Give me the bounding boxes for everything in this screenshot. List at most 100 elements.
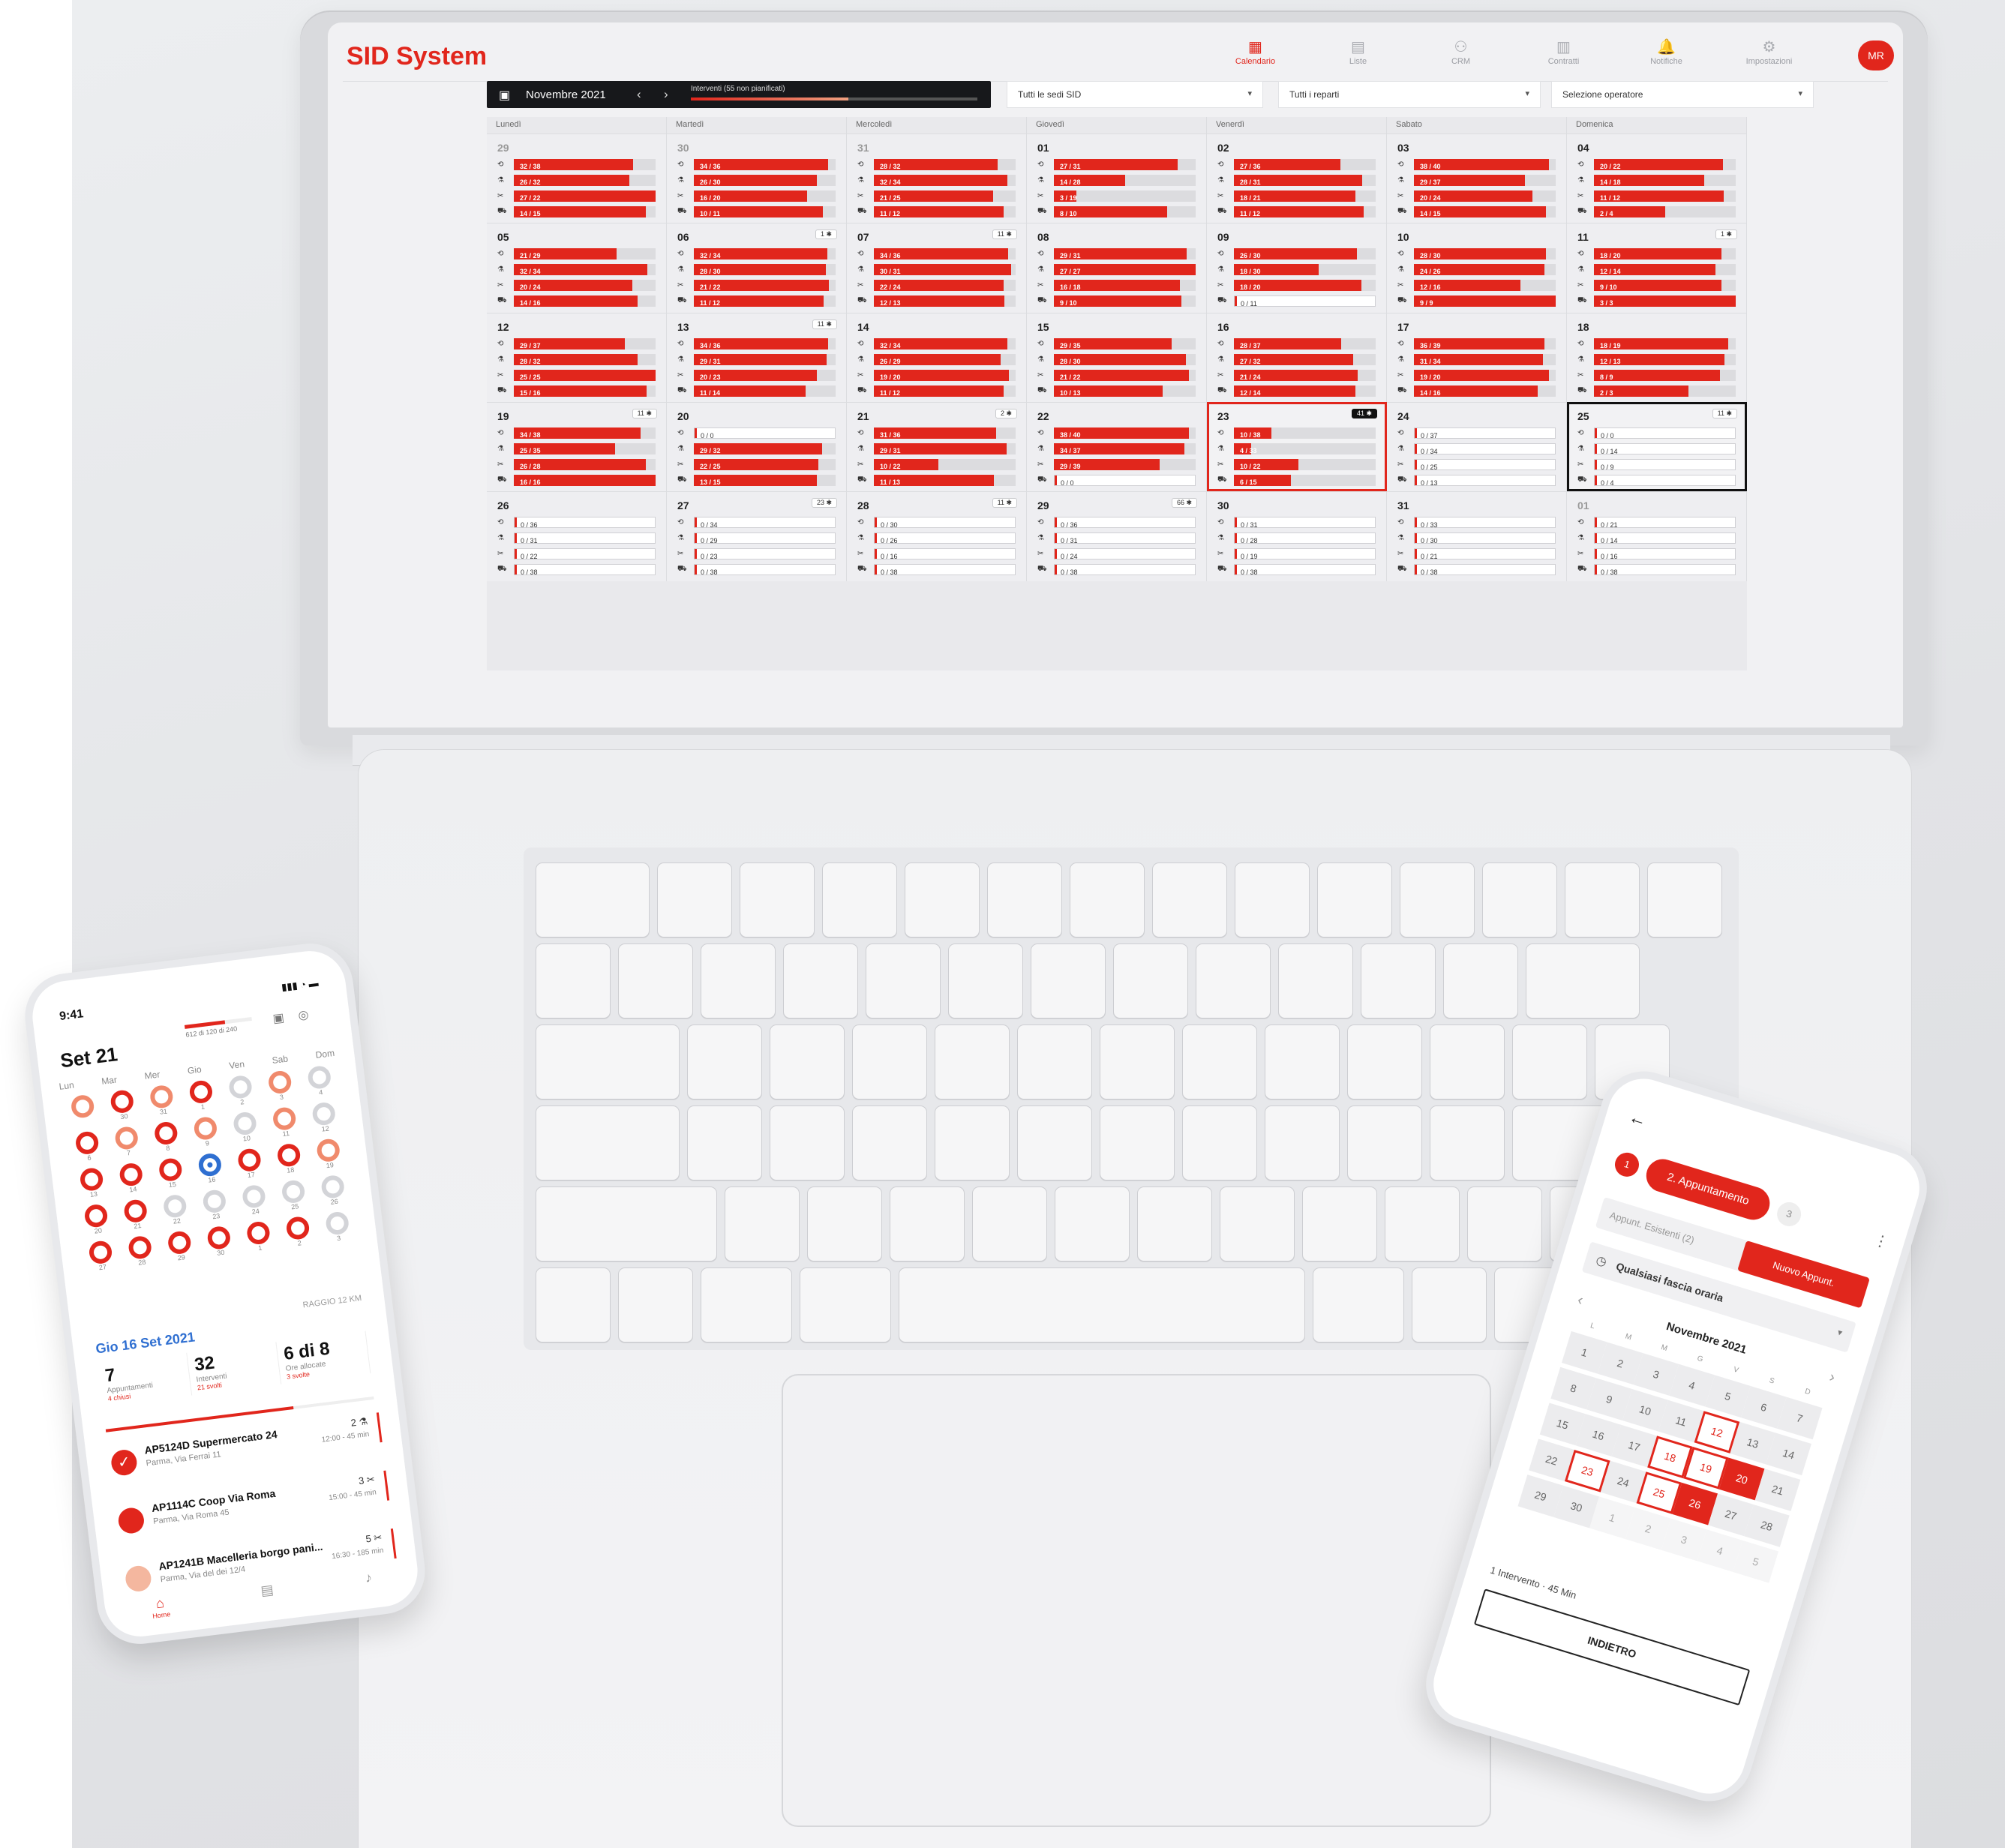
phone-day[interactable]: 30 <box>101 1088 144 1123</box>
next-month-icon[interactable]: › <box>664 87 668 102</box>
calendar-day-cell[interactable]: 17 ⟲ 36 / 39 ⚗ 31 / 34 ✂ 19 / 20 ⛟ 14 / 16 <box>1387 312 1567 402</box>
prev-month-icon[interactable]: ‹ <box>1575 1292 1585 1310</box>
keyboard-key[interactable] <box>1278 944 1353 1018</box>
keyboard-key[interactable] <box>1113 944 1188 1018</box>
keyboard-key[interactable] <box>1526 944 1640 1018</box>
phone-day[interactable]: 11 <box>263 1106 306 1140</box>
calendar-day-cell[interactable]: 29 ⟲ 32 / 38 ⚗ 26 / 32 ✂ 27 / 22 ⛟ 14 / 15 <box>487 134 667 224</box>
calendar-day-cell[interactable]: 12 ⟲ 29 / 37 ⚗ 28 / 32 ✂ 25 / 25 ⛟ 15 / 16 <box>487 312 667 402</box>
next-month-icon[interactable]: › <box>1827 1369 1837 1387</box>
step-2-active[interactable]: 2. Appuntamento <box>1642 1155 1774 1224</box>
phone-day[interactable]: 1 <box>180 1078 223 1113</box>
keyboard-key[interactable] <box>972 1186 1047 1262</box>
phone-day[interactable]: 27 <box>80 1239 122 1274</box>
calendar-day-cell[interactable]: 23 41 ✱ ⟲ 10 / 38 ⚗ 4 / 33 ✂ 10 / 22 ⛟ 6 / 15 <box>1207 402 1387 492</box>
phone-day[interactable]: 15 <box>149 1156 192 1191</box>
keyboard-key[interactable] <box>783 944 858 1018</box>
keyboard-key[interactable] <box>890 1186 965 1262</box>
unplanned-badge[interactable]: 11 ✱ <box>992 230 1017 240</box>
keyboard-key[interactable] <box>1196 944 1271 1018</box>
keyboard-key[interactable] <box>1361 944 1436 1018</box>
calendar-day-cell[interactable]: 07 11 ✱ ⟲ 34 / 36 ⚗ 30 / 31 ✂ 22 / 24 ⛟ 12 / 13 <box>847 223 1027 313</box>
keyboard-key[interactable] <box>740 862 815 938</box>
calendar-day-cell[interactable]: 22 ⟲ 38 / 40 ⚗ 34 / 37 ✂ 29 / 39 ⛟ 0 / 0 <box>1027 402 1207 492</box>
phone-day[interactable]: 19 <box>307 1137 350 1172</box>
calendar-day-cell[interactable]: 30 ⟲ 0 / 31 ⚗ 0 / 28 ✂ 0 / 19 ⛟ 0 / 38 <box>1207 491 1387 581</box>
calendar-day-cell[interactable]: 18 ⟲ 18 / 19 ⚗ 12 / 13 ✂ 8 / 9 ⛟ 2 / 3 <box>1567 312 1747 402</box>
step-3[interactable]: 3 <box>1774 1198 1805 1229</box>
keyboard-key[interactable] <box>1055 1186 1130 1262</box>
calendar-day-cell[interactable]: 13 11 ✱ ⟲ 34 / 36 ⚗ 29 / 31 ✂ 20 / 23 ⛟ 11 / 14 <box>667 312 847 402</box>
keyboard-key[interactable] <box>1265 1106 1340 1180</box>
keyboard-key[interactable] <box>618 944 693 1018</box>
back-button[interactable]: INDIETRO <box>1473 1588 1751 1706</box>
existing-appointments-tab[interactable]: Appunt. Esistenti (2) <box>1608 1210 1695 1246</box>
unplanned-badge[interactable]: 41 ✱ <box>1351 409 1377 418</box>
keyboard-key[interactable] <box>536 1024 680 1100</box>
calendar-day-cell[interactable]: 21 2 ✱ ⟲ 31 / 36 ⚗ 29 / 31 ✂ 10 / 22 ⛟ 11 / 13 <box>847 402 1027 492</box>
keyboard-key[interactable] <box>618 1268 693 1342</box>
keyboard-key[interactable] <box>701 944 776 1018</box>
keyboard-key[interactable] <box>1385 1186 1460 1262</box>
keyboard-key[interactable] <box>1302 1186 1377 1262</box>
keyboard-key[interactable] <box>536 1106 680 1180</box>
calendar-day-cell[interactable]: 04 ⟲ 20 / 22 ⚗ 14 / 18 ✂ 11 / 12 ⛟ 2 / 4 <box>1567 134 1747 224</box>
calendar-day-cell[interactable]: 05 ⟲ 21 / 29 ⚗ 32 / 34 ✂ 20 / 24 ⛟ 14 / 16 <box>487 223 667 313</box>
calendar-day-cell[interactable]: 03 ⟲ 38 / 40 ⚗ 29 / 37 ✂ 20 / 24 ⛟ 14 / 15 <box>1387 134 1567 224</box>
calendar-day-cell[interactable]: 30 ⟲ 34 / 36 ⚗ 26 / 30 ✂ 16 / 20 ⛟ 10 / 11 <box>667 134 847 224</box>
calendar-day-cell[interactable]: 25 11 ✱ ⟲ 0 / 0 ⚗ 0 / 14 ✂ 0 / 9 ⛟ 0 / 4 <box>1567 402 1747 492</box>
keyboard-key[interactable] <box>948 944 1023 1018</box>
keyboard-key[interactable] <box>687 1024 762 1100</box>
calendar-day-cell[interactable]: 29 66 ✱ ⟲ 0 / 36 ⚗ 0 / 31 ✂ 0 / 24 ⛟ 0 / 38 <box>1027 491 1207 581</box>
keyboard-key[interactable] <box>987 862 1062 938</box>
calendar-day-cell[interactable]: 24 ⟲ 0 / 37 ⚗ 0 / 34 ✂ 0 / 25 ⛟ 0 / 13 <box>1387 402 1567 492</box>
phone-day[interactable]: 16 <box>189 1151 232 1186</box>
keyboard-key[interactable] <box>1100 1024 1175 1100</box>
profile-icon[interactable]: ◎ <box>297 1007 310 1024</box>
nav-item-impostazioni[interactable]: ⚙ Impostazioni <box>1718 39 1820 66</box>
keyboard-key[interactable] <box>1017 1024 1092 1100</box>
keyboard-key[interactable] <box>1220 1186 1295 1262</box>
keyboard-key[interactable] <box>1482 862 1557 938</box>
keyboard-key[interactable] <box>935 1024 1010 1100</box>
calendar-icon[interactable]: ▣ <box>499 88 510 103</box>
keyboard-key[interactable] <box>1235 862 1310 938</box>
tab-notifications[interactable]: ♪ <box>365 1570 374 1594</box>
phone-day[interactable]: 28 <box>119 1234 162 1268</box>
keyboard-key[interactable] <box>866 944 941 1018</box>
unplanned-badge[interactable]: 23 ✱ <box>811 498 837 508</box>
keyboard-key[interactable] <box>1182 1106 1257 1180</box>
calendar-day-cell[interactable]: 02 ⟲ 27 / 36 ⚗ 28 / 31 ✂ 18 / 21 ⛟ 11 / 12 <box>1207 134 1387 224</box>
phone-day[interactable]: 26 <box>311 1173 354 1208</box>
nav-item-crm[interactable]: ⚇ CRM <box>1409 39 1512 66</box>
keyboard-key[interactable] <box>1347 1106 1422 1180</box>
calendar-day-cell[interactable]: 26 ⟲ 0 / 36 ⚗ 0 / 31 ✂ 0 / 22 ⛟ 0 / 38 <box>487 491 667 581</box>
keyboard-key[interactable] <box>1347 1024 1422 1100</box>
nav-item-notifiche[interactable]: 🔔 Notifiche <box>1615 39 1718 66</box>
keyboard-key[interactable] <box>725 1186 800 1262</box>
phone-day[interactable]: 2 <box>219 1073 262 1108</box>
keyboard-key[interactable] <box>536 1186 717 1262</box>
operatore-filter-select[interactable]: Selezione operatore ▾ <box>1551 81 1814 108</box>
phone-day[interactable]: 1 <box>237 1220 280 1254</box>
calendar-day-cell[interactable]: 06 1 ✱ ⟲ 32 / 34 ⚗ 28 / 30 ✂ 21 / 22 ⛟ 11 / 12 <box>667 223 847 313</box>
keyboard-key[interactable] <box>536 1268 611 1342</box>
picker-day[interactable]: 14 <box>1766 1432 1811 1476</box>
unplanned-badge[interactable]: 1 ✱ <box>1715 230 1737 240</box>
phone-day[interactable]: 25 <box>272 1178 315 1213</box>
picker-day[interactable]: 5 <box>1733 1540 1779 1583</box>
keyboard-key[interactable] <box>822 862 897 938</box>
keyboard-key[interactable] <box>770 1024 845 1100</box>
calendar-day-cell[interactable]: 27 23 ✱ ⟲ 0 / 34 ⚗ 0 / 29 ✂ 0 / 23 ⛟ 0 / 38 <box>667 491 847 581</box>
calendar-day-cell[interactable]: 20 ⟲ 0 / 0 ⚗ 29 / 32 ✂ 22 / 25 ⛟ 13 / 15 <box>667 402 847 492</box>
picker-day[interactable]: 28 <box>1744 1504 1790 1547</box>
keyboard-key[interactable] <box>1430 1106 1505 1180</box>
keyboard-key[interactable] <box>657 862 732 938</box>
keyboard-key[interactable] <box>1070 862 1145 938</box>
phone-day[interactable] <box>62 1093 105 1127</box>
phone-day[interactable]: 30 <box>198 1224 241 1258</box>
calendar-day-cell[interactable]: 15 ⟲ 29 / 35 ⚗ 28 / 30 ✂ 21 / 22 ⛟ 10 / 13 <box>1027 312 1207 402</box>
unplanned-badge[interactable]: 1 ✱ <box>815 230 837 240</box>
phone-day[interactable]: 31 <box>140 1083 183 1118</box>
phone-day[interactable]: 10 <box>224 1110 266 1144</box>
